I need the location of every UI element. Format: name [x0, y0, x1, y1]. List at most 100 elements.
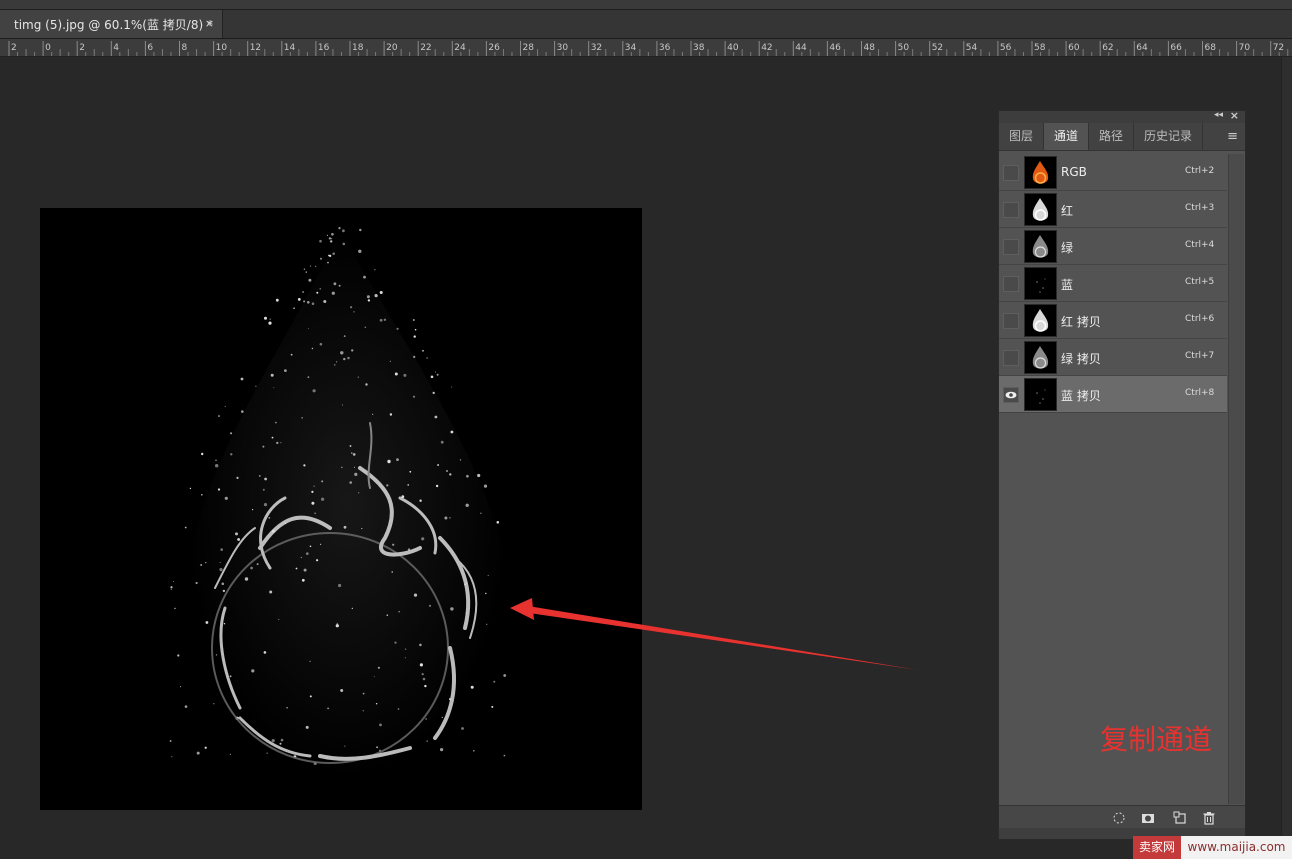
eye-icon — [1005, 391, 1017, 399]
sparkle — [220, 548, 223, 551]
new-channel-icon[interactable] — [1173, 810, 1187, 824]
panel-header: ◂◂ × — [999, 109, 1245, 123]
channel-row-green[interactable]: 绿 Ctrl+4 — [999, 228, 1227, 265]
sparkle — [312, 389, 316, 393]
channel-thumbnail — [1024, 156, 1057, 189]
sparkle — [316, 291, 319, 294]
sparkle — [335, 624, 339, 628]
sparkle — [262, 445, 265, 448]
sparkle — [496, 521, 500, 524]
panel-scrollbar[interactable] — [1228, 154, 1244, 804]
channel-row-blue[interactable]: 蓝 Ctrl+5 — [999, 265, 1227, 302]
close-tab-icon[interactable]: × — [205, 17, 214, 30]
sparkle — [276, 441, 279, 445]
flame-thumb-dark — [1036, 278, 1046, 293]
sparkle — [430, 375, 434, 379]
channel-row-red-copy[interactable]: 红 拷贝 Ctrl+6 — [999, 302, 1227, 339]
sparkle — [307, 328, 309, 330]
visibility-toggle[interactable] — [1003, 202, 1019, 218]
sparkle — [313, 485, 315, 487]
sparkle — [256, 563, 259, 566]
sparkle — [286, 706, 288, 709]
sparkle — [177, 654, 180, 657]
sparkle — [409, 470, 412, 473]
fire-ring-image — [169, 227, 511, 778]
visibility-toggle[interactable] — [1003, 165, 1019, 181]
horizontal-ruler: 2 0 2 4 6 8 10 12 14 16 18 20 22 24 26 28 30 32 34 36 38 40 42… — [0, 39, 1292, 57]
sparkle — [366, 295, 370, 299]
channel-name: 绿 — [1061, 241, 1074, 255]
workspace-scrollbar[interactable] — [1281, 57, 1292, 859]
ruler-label: 22 — [420, 43, 431, 53]
sparkle — [336, 361, 338, 363]
channel-row-green-copy[interactable]: 绿 拷贝 Ctrl+7 — [999, 339, 1227, 376]
sparkle — [204, 746, 207, 749]
load-selection-icon[interactable] — [1112, 810, 1126, 824]
sparkle — [235, 532, 238, 536]
sparkle — [470, 685, 474, 689]
sparkle — [338, 284, 341, 287]
ruler-label: 34 — [625, 43, 637, 53]
document-canvas[interactable] — [40, 208, 642, 810]
document-tab[interactable]: timg (5).jpg @ 60.1%(蓝 拷贝/8) * × — [0, 10, 223, 38]
annotation-label: 复制通道 — [1100, 723, 1213, 756]
sparkle — [259, 475, 261, 477]
delete-icon[interactable] — [1202, 810, 1216, 825]
tab-paths[interactable]: 路径 — [1089, 123, 1135, 150]
sparkle — [466, 474, 469, 478]
sparkle — [303, 300, 306, 303]
channel-thumbnail — [1024, 193, 1057, 226]
panel-menu-icon[interactable]: ≡ — [1227, 129, 1238, 144]
sparkle — [314, 512, 316, 514]
sparkle — [305, 725, 309, 729]
sparkle — [215, 654, 218, 656]
channel-row-red[interactable]: 红 Ctrl+3 — [999, 191, 1227, 228]
ruler-label: 68 — [1205, 43, 1217, 53]
tab-layers[interactable]: 图层 — [999, 123, 1045, 150]
document-tab-bar: timg (5).jpg @ 60.1%(蓝 拷贝/8) * × — [0, 10, 1292, 39]
ruler-label: 66 — [1170, 43, 1182, 53]
sparkle — [172, 580, 174, 582]
sparkle — [394, 641, 397, 644]
tab-history[interactable]: 历史记录 — [1134, 123, 1204, 150]
sparkle — [413, 335, 416, 338]
ruler-label: 72 — [1273, 43, 1284, 53]
ruler-label: 0 — [45, 43, 51, 53]
channel-shortcut: Ctrl+5 — [1185, 277, 1215, 287]
close-icon[interactable]: × — [1230, 109, 1239, 122]
channel-row-blue-copy[interactable]: 蓝 拷贝 Ctrl+8 — [999, 376, 1227, 413]
sparkle — [305, 271, 307, 273]
ruler-label: 18 — [352, 43, 364, 53]
sparkle — [357, 376, 359, 378]
visibility-toggle[interactable] — [1003, 387, 1019, 403]
sparkle — [435, 484, 439, 488]
visibility-toggle[interactable] — [1003, 350, 1019, 366]
visibility-toggle[interactable] — [1003, 239, 1019, 255]
ruler-label: 28 — [523, 43, 535, 53]
sparkle — [361, 527, 363, 530]
ruler-label: 32 — [591, 43, 602, 53]
sparkle — [353, 466, 355, 468]
watermark: 卖家网 www.maijia.com — [1133, 836, 1292, 859]
sparkle — [319, 239, 322, 243]
channel-thumbnail — [1024, 378, 1057, 411]
visibility-toggle[interactable] — [1003, 276, 1019, 292]
channel-row-rgb[interactable]: RGB Ctrl+2 — [999, 154, 1227, 191]
save-mask-icon[interactable] — [1141, 810, 1155, 824]
channel-shortcut: Ctrl+4 — [1185, 240, 1215, 250]
sparkle — [279, 742, 282, 745]
top-strip — [0, 0, 1292, 10]
channel-name: 绿 拷贝 — [1061, 352, 1101, 366]
sparkle — [414, 328, 417, 331]
sparkle — [340, 689, 344, 692]
sparkle — [389, 413, 393, 416]
sparkle — [375, 703, 378, 705]
tab-channels[interactable]: 通道 — [1044, 123, 1090, 150]
sparkle — [303, 568, 307, 572]
sparkle — [222, 589, 226, 593]
sparkle — [421, 537, 425, 541]
double-arrow-icon[interactable]: ◂◂ — [1214, 110, 1223, 120]
sparkle — [480, 512, 482, 514]
ruler-label: 26 — [488, 43, 500, 53]
visibility-toggle[interactable] — [1003, 313, 1019, 329]
